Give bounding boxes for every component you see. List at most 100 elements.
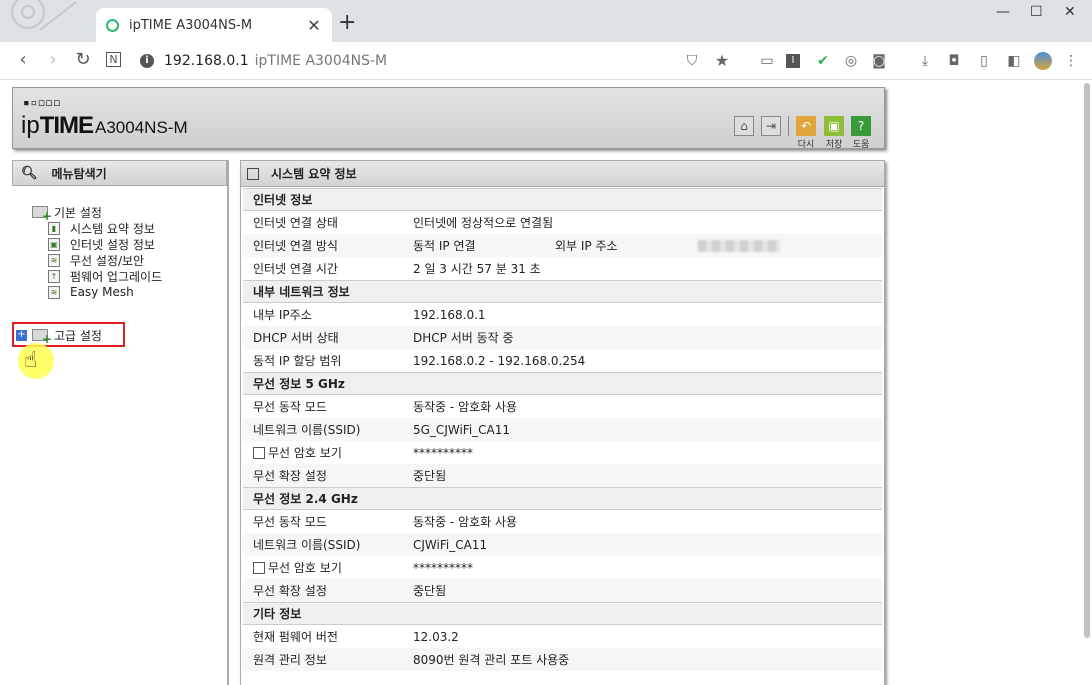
menu-item-wireless-security[interactable]: ≋ 무선 설정/보안	[48, 252, 144, 268]
section-internet: 인터넷 정보	[243, 188, 882, 211]
camera-icon[interactable]: ◙	[870, 52, 888, 70]
menu-basic-settings[interactable]: 기본 설정	[32, 204, 102, 223]
refresh-label: 다시	[797, 140, 815, 150]
menu-item-system-summary[interactable]: ▮ 시스템 요약 정보	[48, 220, 155, 236]
minimize-icon[interactable]: —	[996, 4, 1010, 20]
row-value: 192.168.0.1	[413, 307, 486, 322]
extension-circle-icon[interactable]: ◎	[842, 52, 860, 70]
table-row: 인터넷 연결 방식 동적 IP 연결 외부 IP 주소	[243, 234, 882, 257]
table-row: DHCP 서버 상태 DHCP 서버 동작 중	[243, 326, 882, 349]
bookmark-star-icon[interactable]: ★	[713, 52, 731, 70]
header-divider	[788, 116, 789, 136]
window-icon	[247, 167, 259, 180]
show-password-checkbox-24ghz[interactable]	[253, 561, 265, 574]
screenshot-icon[interactable]: ◘	[945, 52, 963, 70]
wireless-icon: ≋	[48, 253, 60, 267]
logo-time: TIME	[39, 112, 94, 139]
row-key: 내부 IP주소	[253, 308, 312, 322]
row-key: 네트워크 이름(SSID)	[253, 423, 361, 437]
menu-explorer-title: 메뉴탐색기	[51, 166, 107, 181]
row-value: 동작중 - 암호화 사용	[413, 515, 518, 529]
extension-i-icon[interactable]: I	[786, 54, 800, 68]
home-icon[interactable]: ⌂	[734, 116, 754, 136]
row-key: 무선 확장 설정	[253, 469, 327, 483]
row-key: 네트워크 이름(SSID)	[253, 538, 361, 552]
row-key: 무선 동작 모드	[253, 515, 327, 529]
expand-plus-icon[interactable]: +	[16, 330, 27, 341]
summary-content: 인터넷 정보 인터넷 연결 상태 인터넷에 정상적으로 연결됨 인터넷 연결 방…	[243, 188, 882, 671]
row-key: 무선 확장 설정	[253, 584, 327, 598]
iptime-logo: ipTIME A3004NS-M	[21, 112, 188, 140]
refresh-icon[interactable]: ↶	[796, 116, 816, 136]
row-key: 인터넷 연결 시간	[253, 262, 338, 276]
magnifier-icon: 🔍︎	[21, 165, 38, 181]
table-row: 원격 관리 정보 8090번 원격 관리 포트 사용중	[243, 648, 882, 671]
naver-icon[interactable]: N	[106, 52, 121, 67]
row-value: 중단됨	[413, 584, 447, 598]
table-row: 현재 펌웨어 버전 12.03.2	[243, 625, 882, 648]
mesh-icon: ≋	[48, 285, 60, 299]
row-key: 동적 IP 할당 범위	[253, 354, 342, 368]
new-tab-button[interactable]: +	[338, 12, 356, 34]
address-bar[interactable]: i 192.168.0.1 ipTIME A3004NS-M	[140, 48, 387, 74]
table-row: 인터넷 연결 상태 인터넷에 정상적으로 연결됨	[243, 211, 882, 234]
forward-icon[interactable]: ›	[42, 50, 64, 70]
page-scrollbar[interactable]	[1084, 83, 1090, 638]
tab-close-icon[interactable]: ✕	[306, 16, 322, 35]
external-ip-label: 외부 IP 주소	[555, 239, 618, 253]
download-icon[interactable]: ⤓	[916, 52, 934, 70]
table-row: 네트워크 이름(SSID) 5G_CJWiFi_CA11	[243, 418, 882, 441]
table-row: 네트워크 이름(SSID) CJWiFi_CA11	[243, 533, 882, 556]
cast-icon[interactable]: ▭	[758, 52, 776, 70]
save-icon[interactable]: ▣	[824, 116, 844, 136]
show-password-checkbox-5ghz[interactable]	[253, 446, 265, 459]
menu-explorer: 🔍︎ 메뉴탐색기 기본 설정 ▮ 시스템 요약 정보 ▣ 인터넷 설정 정보 ≋…	[12, 160, 229, 685]
row-value: CJWiFi_CA11	[413, 537, 488, 552]
menu-item-easy-mesh[interactable]: ≋ Easy Mesh	[48, 284, 134, 300]
row-value: 중단됨	[413, 469, 447, 483]
table-row: 무선 확장 설정 중단됨	[243, 579, 882, 602]
menu-item-label: 인터넷 설정 정보	[70, 237, 155, 252]
adblock-shield-icon[interactable]: ✔	[814, 52, 832, 70]
browser-tab[interactable]: ipTIME A3004NS-M ✕	[96, 8, 332, 42]
external-ip-blurred	[697, 239, 780, 252]
menu-item-internet-settings[interactable]: ▣ 인터넷 설정 정보	[48, 236, 155, 252]
logo-model: A3004NS-M	[95, 118, 188, 137]
menu-item-label: Easy Mesh	[70, 285, 134, 299]
reload-icon[interactable]: ↻	[72, 50, 94, 70]
address-host: 192.168.0.1	[164, 53, 249, 69]
back-icon[interactable]: ‹	[12, 50, 34, 70]
table-row: 무선 동작 모드 동작중 - 암호화 사용	[243, 395, 882, 418]
row-value: **********	[413, 445, 473, 460]
router-header: ▪▫◻◻◻ ipTIME A3004NS-M ⌂ ⇥ ↶ ▣ ? 다시 저장 도움	[12, 87, 885, 150]
reader-icon[interactable]: ▯	[975, 52, 993, 70]
logo-dots: ▪▫◻◻◻	[23, 96, 62, 109]
menu-item-label: 무선 설정/보안	[70, 253, 145, 268]
close-window-icon[interactable]: ✕	[1064, 4, 1076, 20]
tab-favicon-icon	[106, 18, 119, 32]
row-key: 현재 펌웨어 버전	[253, 630, 338, 644]
tab-title: ipTIME A3004NS-M	[129, 17, 253, 33]
table-row: 인터넷 연결 시간 2 일 3 시간 57 분 31 초	[243, 257, 882, 280]
site-info-icon[interactable]: i	[140, 54, 154, 68]
menu-basic-label: 기본 설정	[54, 205, 102, 220]
menu-item-label: 시스템 요약 정보	[70, 221, 155, 236]
row-key: 인터넷 연결 방식	[253, 239, 338, 253]
browser-tabbar: ipTIME A3004NS-M ✕ + — ☐ ✕	[0, 0, 1092, 42]
profile-avatar[interactable]	[1034, 52, 1052, 70]
sidebar-icon[interactable]: ◧	[1005, 52, 1023, 70]
row-value: 동작중 - 암호화 사용	[413, 400, 518, 414]
logout-icon[interactable]: ⇥	[761, 116, 781, 136]
menu-dots-icon[interactable]: ⋮	[1062, 52, 1080, 70]
section-wifi-24ghz: 무선 정보 2.4 GHz	[243, 487, 882, 510]
folder-icon	[32, 206, 52, 223]
table-row: 무선 동작 모드 동작중 - 암호화 사용	[243, 510, 882, 533]
shield-icon[interactable]: ⛉	[683, 52, 701, 70]
show-password-label: 무선 암호 보기	[268, 446, 342, 460]
browser-toolbar: ‹ › ↻ N i 192.168.0.1 ipTIME A3004NS-M ⛉…	[0, 42, 1092, 80]
help-icon[interactable]: ?	[851, 116, 871, 136]
address-title: ipTIME A3004NS-M	[254, 53, 388, 69]
menu-item-firmware-upgrade[interactable]: ↑ 펌웨어 업그레이드	[48, 268, 162, 284]
maximize-icon[interactable]: ☐	[1030, 4, 1043, 20]
logo-ip: ip	[21, 112, 40, 139]
